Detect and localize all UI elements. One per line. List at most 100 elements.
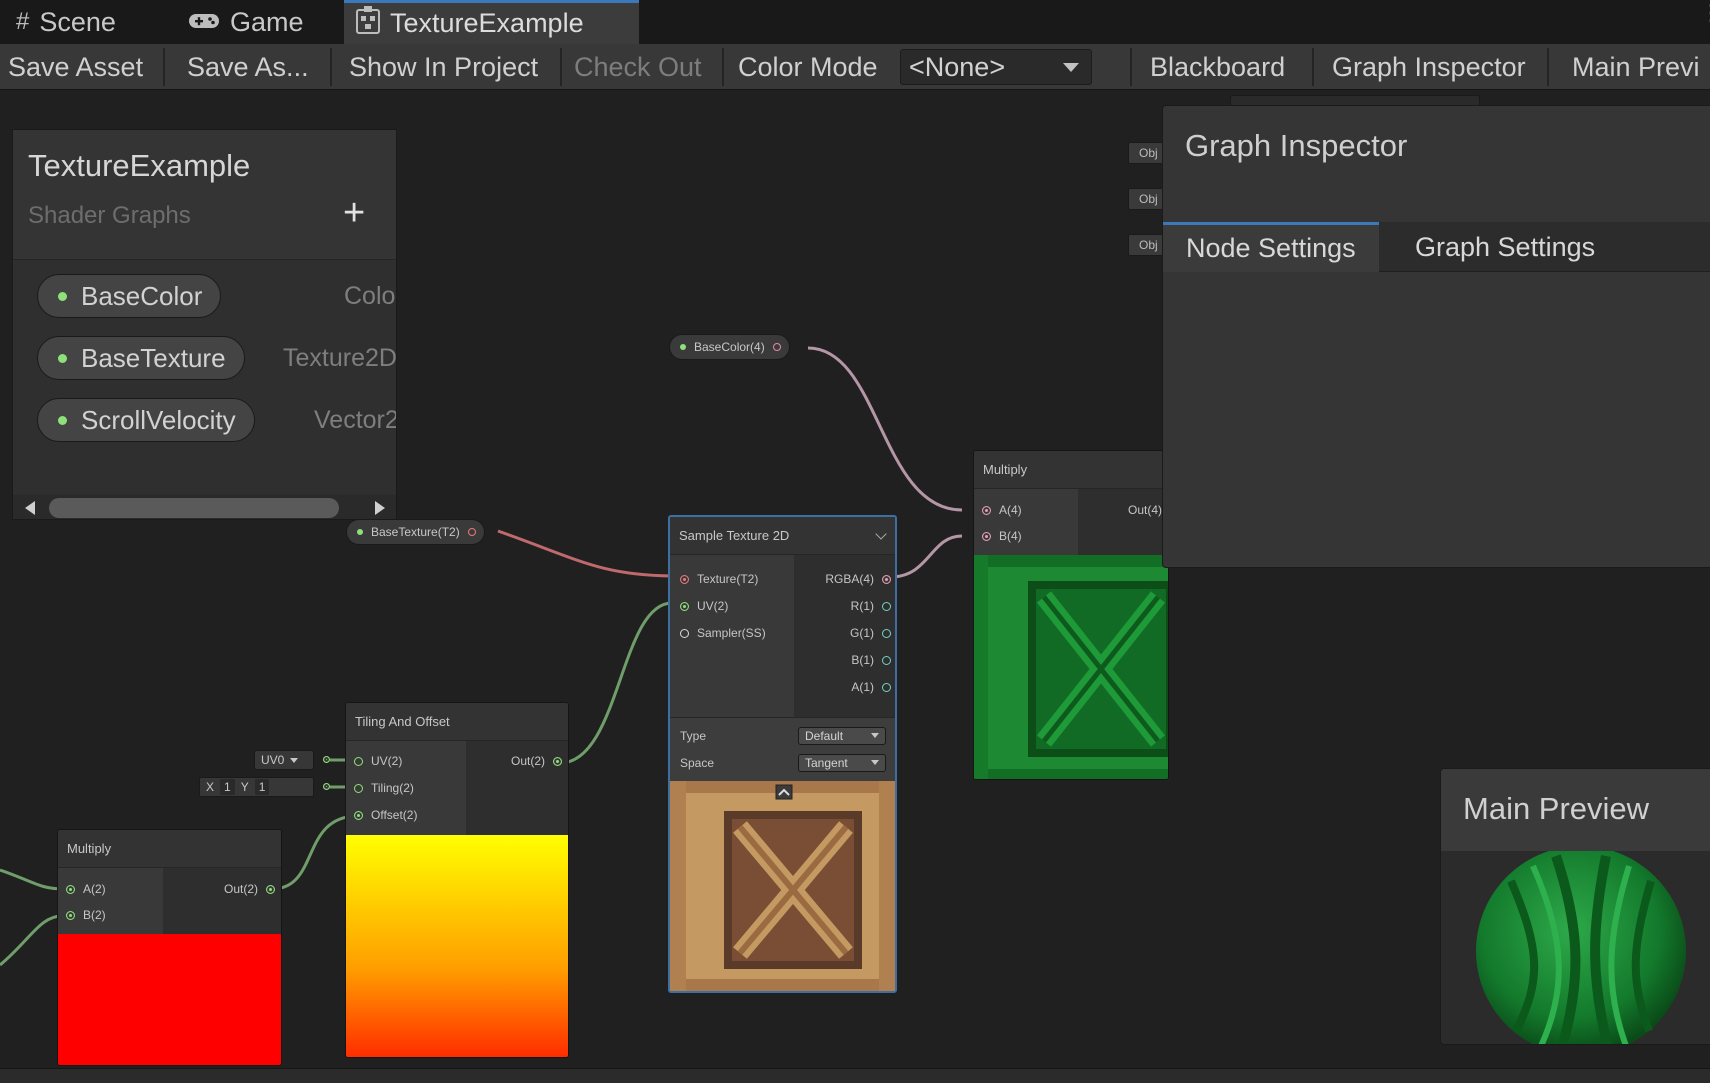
output-port-icon[interactable] — [467, 528, 476, 536]
output-port-g[interactable]: G(1) — [850, 623, 891, 643]
output-port-r[interactable]: R(1) — [851, 596, 891, 616]
node-outputs: Out(2) — [466, 741, 568, 835]
input-port-uv[interactable]: UV(2) — [680, 596, 728, 616]
blackboard-panel: TextureExample Shader Graphs + BaseColor… — [12, 129, 397, 520]
node-inputs: A(4) B(4) — [974, 489, 1078, 555]
wire-basetexture-to-sample — [497, 529, 673, 578]
main-preview-panel: Main Preview — [1440, 768, 1710, 1045]
output-port-icon[interactable] — [772, 343, 781, 351]
wire-basecolor-to-multiply — [807, 346, 963, 512]
node-inputs: Texture(T2) UV(2) Sampler(SS) — [670, 555, 794, 717]
node-header[interactable]: Sample Texture 2D — [670, 517, 895, 555]
sphere-preview[interactable] — [1471, 846, 1691, 1044]
property-name: BaseTexture — [81, 342, 226, 373]
main-preview-header: Main Preview — [1441, 769, 1710, 851]
add-property-button[interactable]: + — [343, 192, 365, 235]
scrollbar-thumb[interactable] — [49, 498, 339, 518]
port-label: A(4) — [999, 503, 1022, 517]
port-label: Offset(2) — [371, 808, 418, 822]
property-name: BaseColor — [81, 280, 203, 311]
status-bar — [0, 1068, 1710, 1083]
input-port-a[interactable]: A(2) — [66, 879, 106, 899]
port-label: B(1) — [851, 653, 874, 667]
wire-rgba-to-multiply — [889, 534, 963, 579]
port-label: UV(2) — [371, 754, 403, 768]
blackboard-horizontal-scrollbar[interactable] — [13, 495, 396, 519]
inspector-tabs: Node Settings Graph Settings — [1163, 222, 1710, 272]
input-port-uv[interactable]: UV(2) — [354, 751, 402, 771]
property-basecolor[interactable]: BaseColor — [37, 274, 222, 318]
scroll-left-icon[interactable] — [25, 501, 35, 515]
output-port-out[interactable]: Out(2) — [224, 879, 275, 899]
port-connected-icon — [354, 810, 363, 820]
tiling-and-offset-node[interactable]: Tiling And Offset UV(2) Tiling(2) Offset… — [345, 702, 569, 1058]
input-port-offset[interactable]: Offset(2) — [354, 805, 417, 825]
port-connected-icon — [66, 884, 75, 894]
red-preview — [58, 934, 281, 1065]
port-empty-icon — [882, 655, 891, 665]
port-label: G(1) — [850, 626, 874, 640]
port-empty-icon — [882, 628, 891, 638]
port-connected-icon — [354, 756, 363, 766]
output-port-a[interactable]: A(1) — [851, 677, 891, 697]
space-dropdown[interactable]: Tangent — [798, 754, 886, 772]
type-dropdown[interactable]: Default — [798, 727, 886, 745]
input-port-texture[interactable]: Texture(T2) — [680, 569, 758, 589]
wire-tiling-to-uv — [559, 601, 673, 765]
port-label: UV(2) — [697, 599, 729, 613]
uv-channel-dropdown[interactable]: UV0 — [254, 750, 314, 770]
basecolor-property-node[interactable]: BaseColor(4) — [669, 334, 790, 360]
basetexture-property-node[interactable]: BaseTexture(T2) — [346, 519, 485, 545]
blackboard-header: TextureExample Shader Graphs + — [13, 130, 396, 260]
node-title: Multiply — [983, 462, 1028, 477]
x-field[interactable]: 1 — [220, 779, 235, 795]
x-label: X — [206, 780, 215, 794]
sample-texture-2d-node[interactable]: Sample Texture 2D Texture(T2) UV(2) Samp… — [668, 515, 897, 993]
chevron-down-icon[interactable] — [875, 528, 887, 540]
blackboard-subtitle: Shader Graphs — [28, 202, 191, 229]
graph-inspector-panel: Graph Inspector Node Settings Graph Sett… — [1162, 105, 1710, 568]
output-port-out[interactable]: Out(2) — [511, 751, 562, 771]
port-empty-icon — [882, 682, 891, 692]
wire-offscreen-a — [0, 868, 63, 891]
output-port-out[interactable]: Out(4) — [1128, 500, 1162, 520]
port-label: Tiling(2) — [371, 781, 414, 795]
node-header[interactable]: Multiply — [974, 451, 1168, 489]
input-port-a[interactable]: A(4) — [982, 500, 1022, 520]
tab-graph-settings[interactable]: Graph Settings — [1392, 222, 1618, 272]
tiling-vector-input[interactable]: X 1 Y 1 — [199, 777, 314, 797]
output-port-rgba[interactable]: RGBA(4) — [825, 569, 891, 589]
pill-label: BaseColor(4) — [694, 340, 765, 354]
scroll-right-icon[interactable] — [375, 501, 385, 515]
blackboard-title: TextureExample — [28, 148, 251, 183]
y-field[interactable]: 1 — [254, 779, 270, 795]
multiply-node-bottom[interactable]: Multiply A(2) B(2) Out(2) — [57, 829, 282, 1066]
input-port-b[interactable]: B(4) — [982, 526, 1022, 546]
exposed-dot-icon — [58, 291, 67, 301]
port-connected-icon — [553, 756, 562, 766]
port-label: A(2) — [83, 882, 106, 896]
uv-channel-value: UV0 — [261, 753, 285, 767]
property-name: ScrollVelocity — [81, 404, 236, 435]
node-header[interactable]: Multiply — [58, 830, 281, 868]
tab-node-settings[interactable]: Node Settings — [1163, 222, 1379, 272]
input-port-tiling[interactable]: Tiling(2) — [354, 778, 414, 798]
port-connected-icon — [680, 601, 689, 611]
exposed-dot-icon — [680, 344, 686, 350]
property-type: Texture2D — [283, 344, 397, 372]
space-label: Space — [680, 756, 715, 770]
input-port-b[interactable]: B(2) — [66, 905, 106, 925]
output-port-b[interactable]: B(1) — [851, 650, 891, 670]
node-title: Tiling And Offset — [355, 714, 450, 729]
node-title: Sample Texture 2D — [679, 528, 790, 543]
port-connected-icon — [882, 574, 891, 584]
property-basetexture[interactable]: BaseTexture — [37, 336, 245, 380]
port-empty-icon — [680, 628, 689, 638]
node-header[interactable]: Tiling And Offset — [346, 703, 568, 741]
port-connected-icon — [266, 884, 275, 894]
input-port-sampler[interactable]: Sampler(SS) — [680, 623, 766, 643]
multiply-node-top[interactable]: Multiply A(4) B(4) Out(4) — [973, 450, 1169, 780]
port-empty-icon — [882, 601, 891, 611]
port-label: Sampler(SS) — [697, 626, 766, 640]
property-scrollvelocity[interactable]: ScrollVelocity — [37, 398, 255, 442]
